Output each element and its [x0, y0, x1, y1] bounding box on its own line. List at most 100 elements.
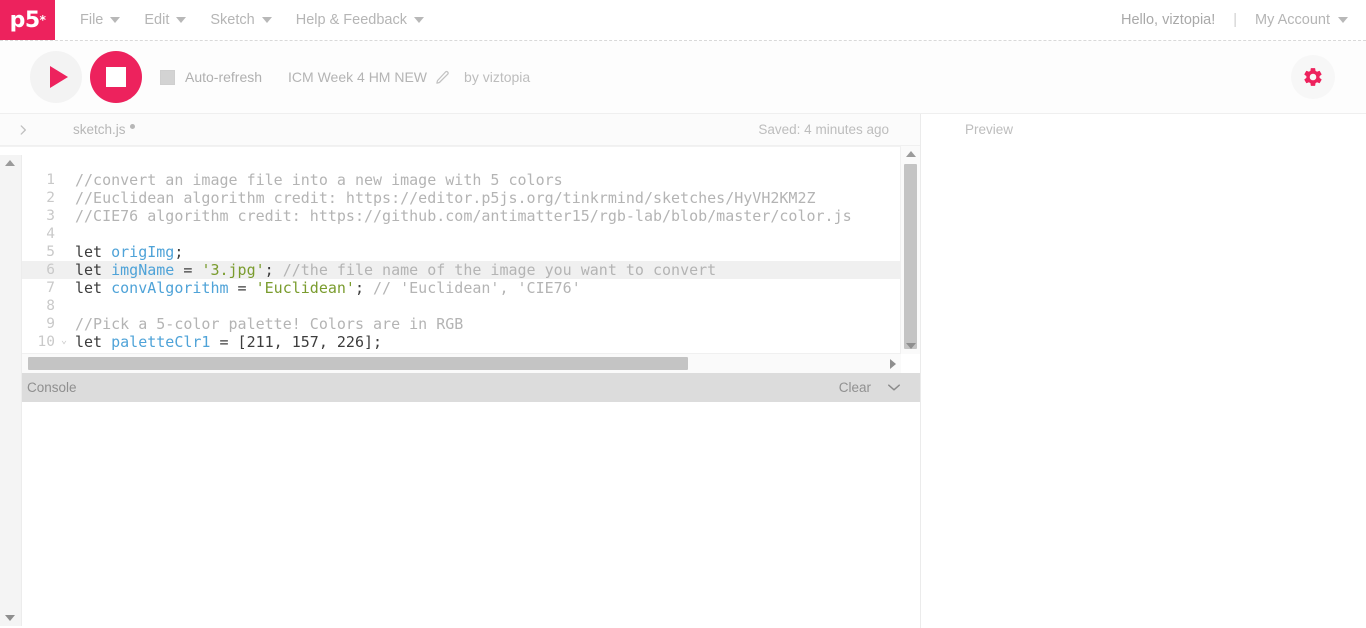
preview-label: Preview — [965, 122, 1013, 137]
main-content: sketch.js Saved: 4 minutes ago 1//conver… — [0, 114, 1366, 628]
nav-user-area: Hello, viztopia! | My Account — [1121, 0, 1348, 40]
code-line-text: //CIE76 algorithm credit: https://github… — [58, 207, 852, 225]
chevron-down-icon[interactable] — [887, 380, 901, 395]
code-token-var: origImg — [111, 243, 174, 261]
page-scroll-down-arrow[interactable] — [5, 615, 15, 621]
user-greeting: Hello, viztopia! — [1121, 12, 1233, 28]
auto-refresh-label: Auto-refresh — [185, 69, 262, 85]
scroll-up-arrow[interactable] — [906, 151, 916, 157]
editor-pane: sketch.js Saved: 4 minutes ago 1//conver… — [0, 114, 921, 628]
chevron-down-icon — [414, 17, 424, 23]
console-header[interactable]: Console Clear — [0, 373, 920, 402]
code-line[interactable]: 6let imgName = '3.jpg'; //the file name … — [0, 261, 900, 279]
saved-status: Saved: 4 minutes ago — [758, 122, 889, 137]
code-token-var: paletteClr1 — [111, 333, 210, 351]
console-output — [0, 402, 920, 628]
code-line-text: let convAlgorithm = 'Euclidean'; // 'Euc… — [58, 279, 581, 297]
code-token-com: //Pick a 5-color palette! Colors are in … — [75, 315, 463, 333]
code-token-pl: = [ — [210, 333, 246, 351]
menu-item-edit-label: Edit — [144, 12, 169, 28]
code-line-text: let paletteClr1 = [211, 157, 226]; — [58, 333, 382, 351]
code-token-pl: ; — [174, 243, 183, 261]
code-line[interactable]: 7let convAlgorithm = 'Euclidean'; // 'Eu… — [0, 279, 900, 297]
console-clear-button[interactable]: Clear — [839, 380, 871, 395]
menu-item-sketch[interactable]: Sketch — [198, 0, 283, 40]
code-token-kw: let — [75, 261, 111, 279]
code-line[interactable]: 3//CIE76 algorithm credit: https://githu… — [0, 207, 900, 225]
play-icon — [50, 66, 68, 88]
auto-refresh-checkbox[interactable] — [160, 70, 175, 85]
code-viewport[interactable]: 1//convert an image file into a new imag… — [0, 146, 900, 354]
pencil-icon[interactable] — [435, 70, 450, 85]
code-line-text: let origImg; — [58, 243, 183, 261]
top-navigation-bar: p5* File Edit Sketch Help & Feedback Hel… — [0, 0, 1366, 41]
chevron-down-icon — [110, 17, 120, 23]
code-token-com: //the file name of the image you want to… — [283, 261, 716, 279]
code-token-kw: let — [75, 333, 111, 351]
code-token-str: 'Euclidean' — [256, 279, 355, 297]
sketch-name[interactable]: ICM Week 4 HM NEW — [288, 69, 427, 85]
code-token-com: //convert an image file into a new image… — [75, 171, 563, 189]
code-token-pl: ; — [355, 279, 373, 297]
code-line[interactable]: 1//convert an image file into a new imag… — [0, 171, 900, 189]
code-token-com: //Euclidean algorithm credit: https://ed… — [75, 189, 816, 207]
code-token-str: '3.jpg' — [201, 261, 264, 279]
unsaved-changes-indicator — [130, 124, 135, 129]
tab-sketch-js[interactable]: sketch.js — [46, 122, 135, 137]
menu-item-edit[interactable]: Edit — [132, 0, 198, 40]
code-token-var: imgName — [111, 261, 174, 279]
code-line-text: //Euclidean algorithm credit: https://ed… — [58, 189, 816, 207]
page-scrollbar[interactable] — [0, 155, 22, 626]
scroll-right-arrow[interactable] — [890, 359, 896, 369]
editor-vertical-scrollbar[interactable] — [900, 146, 920, 354]
fold-chevron-icon[interactable]: ⌄ — [61, 336, 67, 346]
menu-item-file[interactable]: File — [68, 0, 132, 40]
sidebar-toggle-button[interactable] — [0, 123, 46, 137]
code-token-pl: ; — [265, 261, 283, 279]
code-line[interactable]: 9//Pick a 5-color palette! Colors are in… — [0, 315, 900, 333]
menu-item-help-feedback-label: Help & Feedback — [296, 12, 407, 28]
code-line[interactable]: 10⌄let paletteClr1 = [211, 157, 226]; — [0, 333, 900, 351]
code-token-kw: let — [75, 243, 111, 261]
play-button[interactable] — [30, 51, 82, 103]
code-token-com: //CIE76 algorithm credit: https://github… — [75, 207, 852, 225]
code-line[interactable]: 8 — [0, 297, 900, 315]
code-token-com: // 'Euclidean', 'CIE76' — [373, 279, 581, 297]
sketch-author: by viztopia — [458, 69, 530, 85]
code-line[interactable]: 2//Euclidean algorithm credit: https://e… — [0, 189, 900, 207]
code-token-num: 211, 157, 226 — [247, 333, 364, 351]
code-line[interactable]: 5let origImg; — [0, 243, 900, 261]
menu-item-sketch-label: Sketch — [210, 12, 254, 28]
code-token-pl: ]; — [364, 333, 382, 351]
code-lines[interactable]: 1//convert an image file into a new imag… — [0, 147, 900, 354]
nav-divider: | — [1233, 12, 1255, 28]
page-scroll-up-arrow[interactable] — [5, 160, 15, 166]
settings-button[interactable] — [1291, 55, 1335, 99]
scroll-down-arrow[interactable] — [906, 343, 916, 349]
code-token-pl: = — [229, 279, 256, 297]
preview-pane: Preview — [921, 114, 1366, 628]
chevron-down-icon — [262, 17, 272, 23]
code-line-text: let imgName = '3.jpg'; //the file name o… — [58, 261, 716, 279]
code-line-text: //convert an image file into a new image… — [58, 171, 563, 189]
menu-item-help-feedback[interactable]: Help & Feedback — [284, 0, 436, 40]
tab-sketch-js-label: sketch.js — [73, 122, 126, 137]
horizontal-scroll-thumb[interactable] — [28, 357, 688, 370]
auto-refresh-toggle[interactable]: Auto-refresh — [160, 69, 262, 85]
logo-text: p5 — [10, 8, 40, 33]
editor-horizontal-scrollbar[interactable] — [0, 353, 901, 373]
menu-item-file-label: File — [80, 12, 103, 28]
code-token-kw: let — [75, 279, 111, 297]
vertical-scroll-thumb[interactable] — [904, 164, 917, 349]
sketch-toolbar: Auto-refresh ICM Week 4 HM NEW by viztop… — [0, 41, 1366, 114]
p5-logo[interactable]: p5* — [0, 0, 55, 40]
sketch-meta: ICM Week 4 HM NEW by viztopia — [288, 69, 530, 85]
console-label: Console — [27, 380, 77, 395]
code-editor[interactable]: 1//convert an image file into a new imag… — [0, 146, 920, 373]
chevron-right-icon — [16, 123, 30, 137]
stop-button[interactable] — [90, 51, 142, 103]
console-actions: Clear — [839, 380, 901, 395]
code-line[interactable]: 4 — [0, 225, 900, 243]
my-account-menu[interactable]: My Account — [1255, 12, 1348, 28]
chevron-down-icon — [1338, 17, 1348, 23]
